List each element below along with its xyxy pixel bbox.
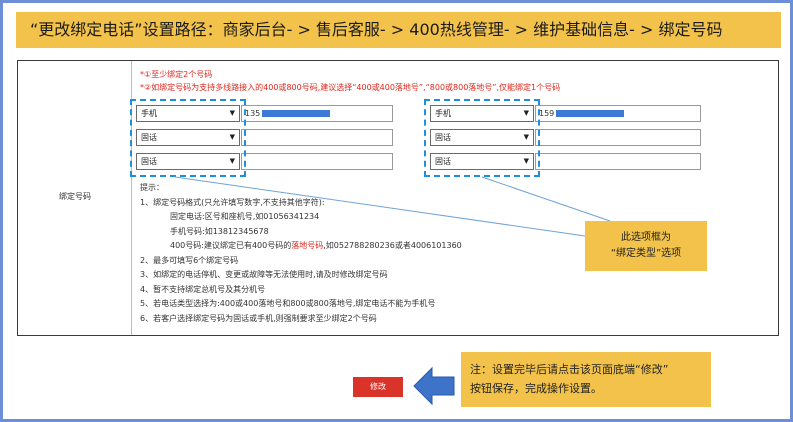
- connector-line-right: [481, 176, 611, 222]
- note-line-1: 注：设置完毕后请点击该页面底端“修改”: [470, 363, 669, 376]
- callout-line-2: “绑定类型”选项: [610, 248, 682, 259]
- note-line-2: 按钮保存，完成操作设置。: [470, 382, 602, 395]
- callout-line-1: 此选项框为: [621, 232, 671, 243]
- modify-button[interactable]: 修改: [353, 377, 403, 397]
- left-arrow-icon: [413, 366, 455, 406]
- save-note: 注：设置完毕后请点击该页面底端“修改” 按钮保存，完成操作设置。: [461, 352, 711, 407]
- connector-line-left: [174, 176, 586, 237]
- type-select-callout: 此选项框为 “绑定类型”选项: [585, 221, 707, 271]
